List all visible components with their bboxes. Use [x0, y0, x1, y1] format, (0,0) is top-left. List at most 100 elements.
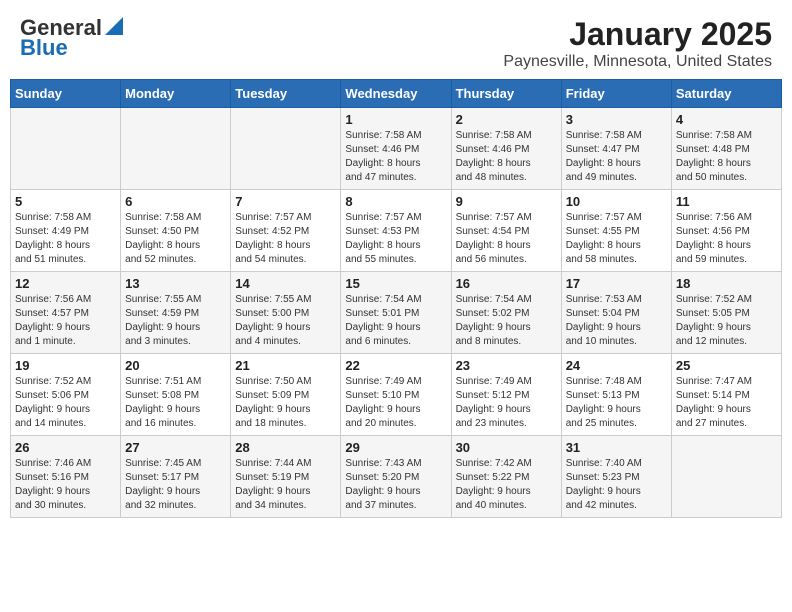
- day-number: 7: [235, 194, 336, 209]
- calendar-header-row: SundayMondayTuesdayWednesdayThursdayFrid…: [11, 80, 782, 108]
- calendar-day-cell: 8 Sunrise: 7:57 AM Sunset: 4:53 PM Daylig…: [341, 190, 451, 272]
- calendar-day-cell: 30 Sunrise: 7:42 AM Sunset: 5:22 PM Dayli…: [451, 436, 561, 518]
- day-info: Sunrise: 7:55 AM Sunset: 5:00 PM Dayligh…: [235, 293, 336, 349]
- day-number: 29: [345, 440, 446, 455]
- calendar-day-cell: 16Sunrise: 7:54 AM Sunset: 5:02 PM Dayli…: [451, 272, 561, 354]
- day-info: Sunrise: 7:46 AM Sunset: 5:16 PM Dayligh…: [15, 457, 116, 513]
- day-number: 23: [456, 358, 557, 373]
- day-number: 31: [566, 440, 667, 455]
- day-info: Sunrise: 7:58 AM Sunset: 4:48 PM Dayligh…: [676, 129, 777, 185]
- day-info: Sunrise: 7:56 AM Sunset: 4:56 PM Dayligh…: [676, 211, 777, 267]
- day-number: 22: [345, 358, 446, 373]
- day-info: Sunrise: 7:58 AM Sunset: 4:49 PM Dayligh…: [15, 211, 116, 267]
- day-number: 18: [676, 276, 777, 291]
- calendar-day-cell: 13 Sunrise: 7:55 AM Sunset: 4:59 PM Dayli…: [121, 272, 231, 354]
- day-number: 17: [566, 276, 667, 291]
- day-info: Sunrise: 7:45 AM Sunset: 5:17 PM Dayligh…: [125, 457, 226, 513]
- day-number: 15: [345, 276, 446, 291]
- calendar-day-header: Tuesday: [231, 80, 341, 108]
- calendar-day-header: Thursday: [451, 80, 561, 108]
- calendar-container: SundayMondayTuesdayWednesdayThursdayFrid…: [0, 79, 792, 528]
- calendar-day-cell: 3 Sunrise: 7:58 AM Sunset: 4:47 PM Daylig…: [561, 108, 671, 190]
- calendar-day-cell: 1 Sunrise: 7:58 AM Sunset: 4:46 PM Daylig…: [341, 108, 451, 190]
- calendar-day-cell: 25 Sunrise: 7:47 AM Sunset: 5:14 PM Dayli…: [671, 354, 781, 436]
- calendar-day-cell: [11, 108, 121, 190]
- day-number: 4: [676, 112, 777, 127]
- calendar-day-cell: 26 Sunrise: 7:46 AM Sunset: 5:16 PM Dayli…: [11, 436, 121, 518]
- day-info: Sunrise: 7:58 AM Sunset: 4:47 PM Dayligh…: [566, 129, 667, 185]
- calendar-day-cell: 19 Sunrise: 7:52 AM Sunset: 5:06 PM Dayli…: [11, 354, 121, 436]
- day-info: Sunrise: 7:49 AM Sunset: 5:12 PM Dayligh…: [456, 375, 557, 431]
- day-info: Sunrise: 7:42 AM Sunset: 5:22 PM Dayligh…: [456, 457, 557, 513]
- day-number: 24: [566, 358, 667, 373]
- day-info: Sunrise: 7:58 AM Sunset: 4:50 PM Dayligh…: [125, 211, 226, 267]
- day-number: 27: [125, 440, 226, 455]
- day-number: 6: [125, 194, 226, 209]
- calendar-week-row: 5Sunrise: 7:58 AM Sunset: 4:49 PM Daylig…: [11, 190, 782, 272]
- day-info: Sunrise: 7:55 AM Sunset: 4:59 PM Dayligh…: [125, 293, 226, 349]
- calendar-day-cell: 28Sunrise: 7:44 AM Sunset: 5:19 PM Dayli…: [231, 436, 341, 518]
- calendar-day-header: Friday: [561, 80, 671, 108]
- calendar-day-cell: 6 Sunrise: 7:58 AM Sunset: 4:50 PM Daylig…: [121, 190, 231, 272]
- day-info: Sunrise: 7:58 AM Sunset: 4:46 PM Dayligh…: [456, 129, 557, 185]
- day-number: 21: [235, 358, 336, 373]
- day-number: 8: [345, 194, 446, 209]
- day-info: Sunrise: 7:54 AM Sunset: 5:01 PM Dayligh…: [345, 293, 446, 349]
- calendar-day-cell: 12 Sunrise: 7:56 AM Sunset: 4:57 PM Dayli…: [11, 272, 121, 354]
- calendar-day-cell: 9 Sunrise: 7:57 AM Sunset: 4:54 PM Daylig…: [451, 190, 561, 272]
- calendar-day-cell: 15 Sunrise: 7:54 AM Sunset: 5:01 PM Dayli…: [341, 272, 451, 354]
- calendar-day-cell: [121, 108, 231, 190]
- day-info: Sunrise: 7:52 AM Sunset: 5:06 PM Dayligh…: [15, 375, 116, 431]
- day-info: Sunrise: 7:50 AM Sunset: 5:09 PM Dayligh…: [235, 375, 336, 431]
- day-number: 25: [676, 358, 777, 373]
- calendar-day-cell: 29Sunrise: 7:43 AM Sunset: 5:20 PM Dayli…: [341, 436, 451, 518]
- calendar-day-cell: 4 Sunrise: 7:58 AM Sunset: 4:48 PM Daylig…: [671, 108, 781, 190]
- day-number: 16: [456, 276, 557, 291]
- calendar-day-header: Monday: [121, 80, 231, 108]
- calendar-day-cell: 27 Sunrise: 7:45 AM Sunset: 5:17 PM Dayli…: [121, 436, 231, 518]
- day-number: 9: [456, 194, 557, 209]
- calendar-day-cell: 18 Sunrise: 7:52 AM Sunset: 5:05 PM Dayli…: [671, 272, 781, 354]
- day-number: 26: [15, 440, 116, 455]
- calendar-table: SundayMondayTuesdayWednesdayThursdayFrid…: [10, 79, 782, 518]
- day-info: Sunrise: 7:47 AM Sunset: 5:14 PM Dayligh…: [676, 375, 777, 431]
- day-info: Sunrise: 7:57 AM Sunset: 4:54 PM Dayligh…: [456, 211, 557, 267]
- calendar-day-cell: 24Sunrise: 7:48 AM Sunset: 5:13 PM Dayli…: [561, 354, 671, 436]
- day-info: Sunrise: 7:57 AM Sunset: 4:53 PM Dayligh…: [345, 211, 446, 267]
- calendar-week-row: 26 Sunrise: 7:46 AM Sunset: 5:16 PM Dayli…: [11, 436, 782, 518]
- calendar-week-row: 1 Sunrise: 7:58 AM Sunset: 4:46 PM Daylig…: [11, 108, 782, 190]
- day-number: 1: [345, 112, 446, 127]
- calendar-day-header: Wednesday: [341, 80, 451, 108]
- day-number: 3: [566, 112, 667, 127]
- calendar-day-cell: 2 Sunrise: 7:58 AM Sunset: 4:46 PM Daylig…: [451, 108, 561, 190]
- day-number: 12: [15, 276, 116, 291]
- day-number: 11: [676, 194, 777, 209]
- calendar-day-header: Saturday: [671, 80, 781, 108]
- day-number: 14: [235, 276, 336, 291]
- day-number: 2: [456, 112, 557, 127]
- calendar-day-cell: 11 Sunrise: 7:56 AM Sunset: 4:56 PM Dayli…: [671, 190, 781, 272]
- calendar-day-cell: 10Sunrise: 7:57 AM Sunset: 4:55 PM Dayli…: [561, 190, 671, 272]
- day-info: Sunrise: 7:57 AM Sunset: 4:52 PM Dayligh…: [235, 211, 336, 267]
- calendar-week-row: 12 Sunrise: 7:56 AM Sunset: 4:57 PM Dayli…: [11, 272, 782, 354]
- day-number: 19: [15, 358, 116, 373]
- day-number: 20: [125, 358, 226, 373]
- calendar-day-cell: 22Sunrise: 7:49 AM Sunset: 5:10 PM Dayli…: [341, 354, 451, 436]
- page-header: General Blue January 2025 Paynesville, M…: [0, 0, 792, 79]
- logo-blue: Blue: [20, 36, 68, 60]
- day-info: Sunrise: 7:58 AM Sunset: 4:46 PM Dayligh…: [345, 129, 446, 185]
- title-block: January 2025 Paynesville, Minnesota, Uni…: [503, 16, 772, 71]
- calendar-day-cell: 14 Sunrise: 7:55 AM Sunset: 5:00 PM Dayli…: [231, 272, 341, 354]
- day-info: Sunrise: 7:57 AM Sunset: 4:55 PM Dayligh…: [566, 211, 667, 267]
- day-info: Sunrise: 7:53 AM Sunset: 5:04 PM Dayligh…: [566, 293, 667, 349]
- day-info: Sunrise: 7:52 AM Sunset: 5:05 PM Dayligh…: [676, 293, 777, 349]
- calendar-day-cell: 5Sunrise: 7:58 AM Sunset: 4:49 PM Daylig…: [11, 190, 121, 272]
- day-number: 13: [125, 276, 226, 291]
- calendar-day-cell: 20Sunrise: 7:51 AM Sunset: 5:08 PM Dayli…: [121, 354, 231, 436]
- calendar-day-cell: 31 Sunrise: 7:40 AM Sunset: 5:23 PM Dayli…: [561, 436, 671, 518]
- day-info: Sunrise: 7:56 AM Sunset: 4:57 PM Dayligh…: [15, 293, 116, 349]
- calendar-day-cell: [231, 108, 341, 190]
- day-number: 30: [456, 440, 557, 455]
- day-info: Sunrise: 7:40 AM Sunset: 5:23 PM Dayligh…: [566, 457, 667, 513]
- page-title: January 2025: [503, 16, 772, 53]
